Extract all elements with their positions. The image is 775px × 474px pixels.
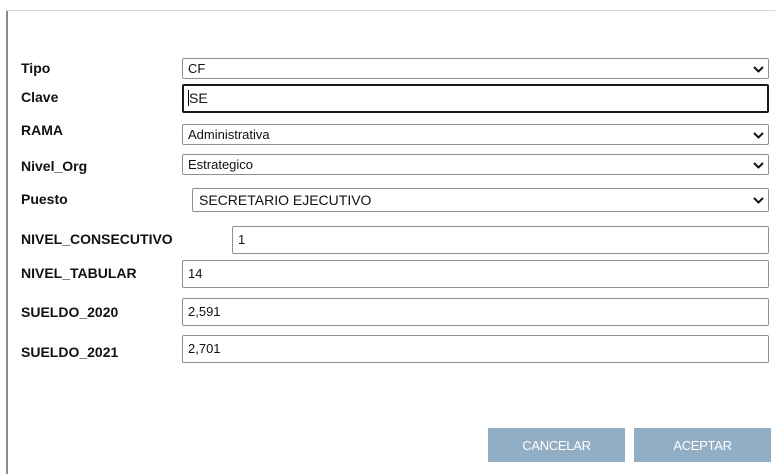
- tipo-value: CF: [188, 61, 206, 76]
- nivel-tabular-input[interactable]: 14: [182, 260, 769, 288]
- tipo-label: Tipo: [21, 60, 51, 76]
- sueldo-2021-input[interactable]: 2,701: [182, 335, 769, 363]
- nivel-org-select[interactable]: Estrategico: [182, 154, 769, 175]
- nivel-org-value: Estrategico: [188, 157, 254, 172]
- sueldo-2021-value: 2,701: [188, 341, 221, 356]
- puesto-label: Puesto: [21, 191, 68, 207]
- window-left-border: [6, 10, 8, 474]
- tipo-select[interactable]: CF: [182, 58, 769, 79]
- puesto-value: SECRETARIO EJECUTIVO: [199, 192, 372, 208]
- sueldo-2021-label: SUELDO_2021: [21, 344, 119, 360]
- rama-value: Administrativa: [188, 127, 270, 142]
- sueldo-2020-label: SUELDO_2020: [21, 304, 119, 320]
- nivel-tabular-label: NIVEL_TABULAR: [21, 265, 137, 281]
- nivel-consecutivo-label: NIVEL_CONSECUTIVO: [21, 231, 173, 247]
- sueldo-2020-value: 2,591: [188, 304, 221, 319]
- chevron-down-icon: [753, 132, 764, 139]
- window-top-border: [6, 10, 775, 11]
- accept-button[interactable]: ACEPTAR: [634, 428, 771, 462]
- sueldo-2020-input[interactable]: 2,591: [182, 298, 769, 326]
- rama-select[interactable]: Administrativa: [182, 124, 769, 145]
- clave-label: Clave: [21, 89, 59, 105]
- cancel-button[interactable]: CANCELAR: [488, 428, 625, 462]
- nivel-consecutivo-input[interactable]: 1: [232, 226, 769, 254]
- chevron-down-icon: [753, 162, 764, 169]
- clave-value: SE: [189, 90, 208, 106]
- clave-input[interactable]: SE: [182, 84, 769, 113]
- puesto-select[interactable]: SECRETARIO EJECUTIVO: [192, 188, 769, 212]
- nivel-consecutivo-value: 1: [238, 232, 246, 247]
- nivel-org-label: Nivel_Org: [21, 158, 88, 174]
- nivel-tabular-value: 14: [188, 266, 203, 281]
- chevron-down-icon: [753, 66, 764, 73]
- rama-label: RAMA: [21, 122, 63, 138]
- chevron-down-icon: [753, 197, 764, 204]
